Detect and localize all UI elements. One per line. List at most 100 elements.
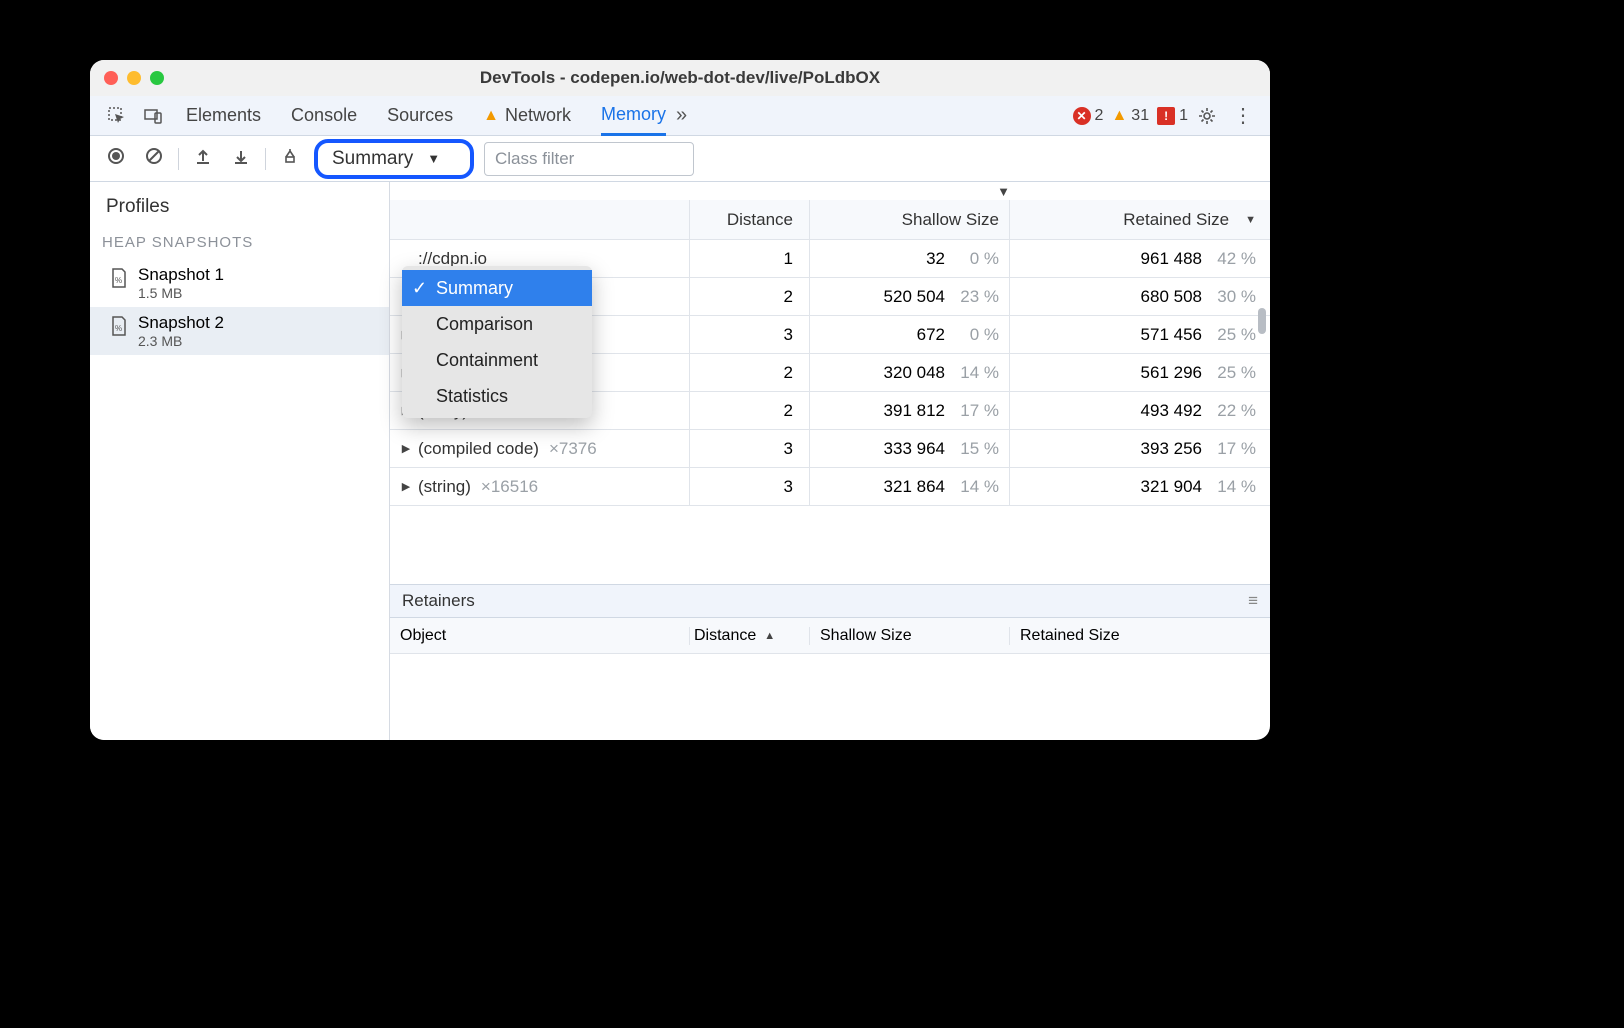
constructor-name: (string) (418, 477, 471, 497)
retainers-menu-icon[interactable]: ≡ (1248, 591, 1258, 611)
view-dropdown-label: Summary (332, 148, 413, 170)
ret-col-retained[interactable]: Retained Size (1010, 627, 1270, 645)
devtools-tabstrip: Elements Console Sources ▲ Network Memory… (90, 96, 1270, 136)
tab-console-label: Console (291, 105, 357, 126)
retainers-title: Retainers (402, 591, 475, 611)
sort-asc-icon: ▲ (764, 630, 775, 642)
panel-tabs: Elements Console Sources ▲ Network Memory (186, 96, 666, 136)
cell-retained: 680 508 (1141, 287, 1202, 307)
view-dropdown[interactable]: Summary ▼ (314, 139, 474, 179)
svg-text:%: % (115, 276, 122, 285)
cell-retained-pct: 14 % (1212, 477, 1256, 497)
snapshot-size: 2.3 MB (138, 333, 224, 349)
expand-icon[interactable]: ▶ (400, 442, 412, 455)
col-distance[interactable]: Distance (690, 200, 810, 239)
retainers-panel-header: Retainers ≡ (390, 584, 1270, 618)
tab-network-label: Network (505, 105, 571, 126)
menu-item-summary[interactable]: Summary (402, 270, 592, 306)
device-toolbar-icon[interactable] (136, 101, 170, 131)
table-row[interactable]: ▶(compiled code)×7376 3 333 96415 % 393 … (390, 430, 1270, 468)
cell-retained-pct: 42 % (1212, 249, 1256, 269)
record-button[interactable] (102, 147, 130, 170)
tab-console[interactable]: Console (291, 96, 357, 136)
snapshot-icon: % (110, 315, 128, 342)
chevron-down-icon: ▼ (427, 151, 440, 166)
cell-shallow: 672 (917, 325, 945, 345)
cell-shallow: 333 964 (884, 439, 945, 459)
cell-shallow-pct: 14 % (955, 363, 999, 383)
window-title: DevTools - codepen.io/web-dot-dev/live/P… (90, 68, 1270, 88)
col-constructor[interactable] (390, 200, 690, 239)
devtools-window: DevTools - codepen.io/web-dot-dev/live/P… (90, 60, 1270, 740)
col-shallow-size[interactable]: Shallow Size (810, 200, 1010, 239)
ret-col-object[interactable]: Object (390, 627, 690, 645)
cell-retained: 571 456 (1141, 325, 1202, 345)
load-profile-icon[interactable] (189, 147, 217, 170)
tab-memory[interactable]: Memory (601, 96, 666, 136)
cell-retained: 393 256 (1141, 439, 1202, 459)
constructor-count: ×16516 (481, 477, 538, 497)
error-counter[interactable]: ✕2 (1073, 107, 1104, 125)
snapshot-size: 1.5 MB (138, 285, 224, 301)
clear-button[interactable] (140, 147, 168, 170)
menu-item-containment[interactable]: Containment (402, 342, 592, 378)
ret-col-shallow[interactable]: Shallow Size (810, 627, 1010, 645)
retainers-empty-body (390, 654, 1270, 740)
snapshot-name: Snapshot 2 (138, 313, 224, 333)
cell-shallow-pct: 15 % (955, 439, 999, 459)
cell-shallow-pct: 0 % (955, 249, 999, 269)
cell-retained-pct: 17 % (1212, 439, 1256, 459)
tab-network[interactable]: ▲ Network (483, 96, 571, 136)
inspect-element-icon[interactable] (100, 101, 134, 131)
warning-counter[interactable]: ▲31 (1111, 107, 1149, 125)
titlebar: DevTools - codepen.io/web-dot-dev/live/P… (90, 60, 1270, 96)
issues-counter[interactable]: !1 (1157, 107, 1188, 125)
cell-distance: 2 (784, 287, 793, 307)
save-profile-icon[interactable] (227, 147, 255, 170)
expand-icon[interactable]: ▶ (400, 480, 412, 493)
constructor-count: ×7376 (549, 439, 597, 459)
settings-button[interactable] (1190, 101, 1224, 131)
cell-shallow: 320 048 (884, 363, 945, 383)
cell-shallow-pct: 0 % (955, 325, 999, 345)
cell-distance: 1 (784, 249, 793, 269)
warning-icon: ▲ (483, 107, 499, 125)
filter-indicator-icon[interactable]: ▼ (997, 184, 1010, 199)
snapshot-name: Snapshot 1 (138, 265, 224, 285)
menu-item-comparison[interactable]: Comparison (402, 306, 592, 342)
grid-header: Distance Shallow Size Retained Size▼ (390, 200, 1270, 240)
cell-shallow-pct: 14 % (955, 477, 999, 497)
cell-distance: 3 (784, 325, 793, 345)
cell-distance: 3 (784, 477, 793, 497)
table-row[interactable]: ▶(string)×16516 3 321 86414 % 321 90414 … (390, 468, 1270, 506)
cell-retained-pct: 22 % (1212, 401, 1256, 421)
cell-distance: 3 (784, 439, 793, 459)
cell-distance: 2 (784, 401, 793, 421)
tab-sources[interactable]: Sources (387, 96, 453, 136)
tab-elements-label: Elements (186, 105, 261, 126)
issue-icon: ! (1157, 107, 1175, 125)
scrollbar-thumb[interactable] (1258, 308, 1266, 334)
error-count: 2 (1095, 107, 1104, 125)
gc-button[interactable] (276, 147, 304, 170)
menu-item-statistics[interactable]: Statistics (402, 378, 592, 414)
cell-shallow: 520 504 (884, 287, 945, 307)
more-tabs-button[interactable]: » (676, 104, 687, 127)
class-filter-input[interactable] (484, 142, 694, 176)
snapshot-item[interactable]: % Snapshot 2 2.3 MB (90, 307, 389, 355)
warning-count: 31 (1131, 107, 1149, 125)
svg-text:%: % (115, 324, 122, 333)
snapshot-icon: % (110, 267, 128, 294)
ret-col-distance[interactable]: Distance▲ (690, 627, 810, 645)
profiles-title: Profiles (90, 182, 389, 228)
tab-sources-label: Sources (387, 105, 453, 126)
tab-elements[interactable]: Elements (186, 96, 261, 136)
cell-retained: 321 904 (1141, 477, 1202, 497)
snapshot-item[interactable]: % Snapshot 1 1.5 MB (90, 259, 389, 307)
cell-shallow: 391 812 (884, 401, 945, 421)
cell-retained-pct: 30 % (1212, 287, 1256, 307)
cell-shallow-pct: 23 % (955, 287, 999, 307)
col-retained-size[interactable]: Retained Size▼ (1010, 200, 1270, 239)
more-options-button[interactable]: ⋮ (1226, 101, 1260, 131)
cell-retained: 561 296 (1141, 363, 1202, 383)
